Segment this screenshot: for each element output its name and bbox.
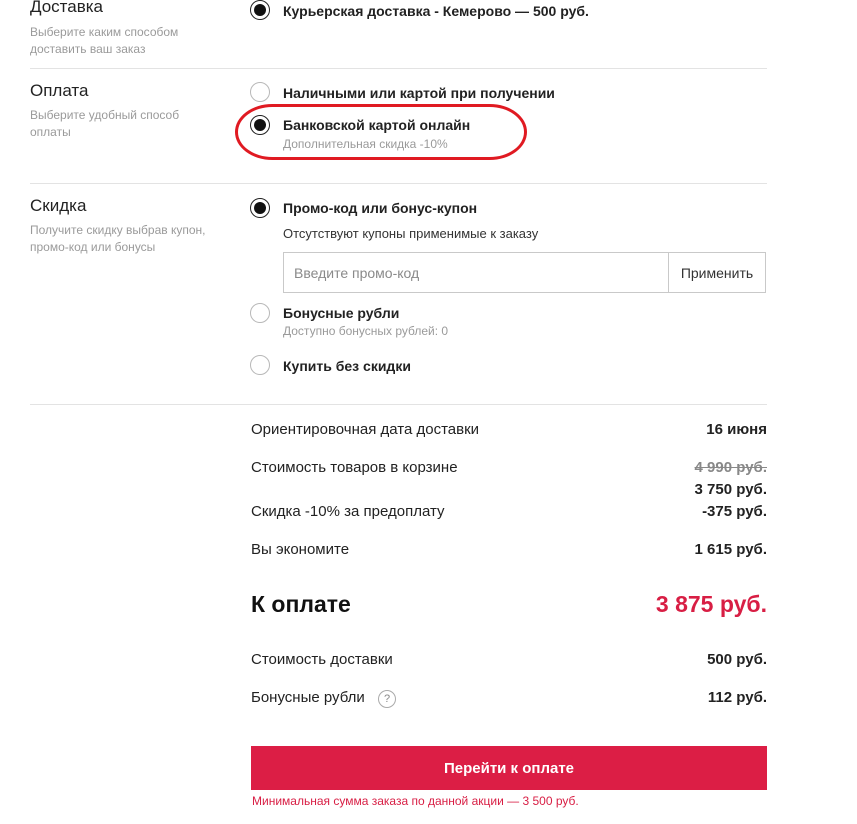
payment-title: Оплата (30, 81, 89, 100)
payment-cash-radio[interactable] (250, 82, 270, 102)
discount-bonus-radio[interactable] (250, 303, 270, 323)
discount-bonus-sub: Доступно бонусных рублей: 0 (283, 324, 449, 338)
delivery-date-label: Ориентировочная дата доставки (251, 421, 480, 438)
discount-none-label[interactable]: Купить без скидки (283, 358, 411, 374)
cart-cost-new-value: 3 750 руб. (694, 481, 767, 498)
delivery-courier-radio[interactable] (250, 0, 270, 20)
go-to-payment-button[interactable]: Перейти к оплате (251, 746, 767, 790)
discount-promo-label[interactable]: Промо-код или бонус-купон (283, 200, 477, 216)
bonus-rubles-value: 112 руб. (707, 689, 767, 706)
savings-label: Вы экономите (251, 541, 350, 558)
divider (30, 68, 767, 69)
discount-none-radio[interactable] (250, 355, 270, 375)
help-icon[interactable]: ? (378, 690, 396, 708)
cart-cost-old-value: 4 990 руб. (694, 459, 767, 476)
savings-value: 1 615 руб. (694, 541, 767, 558)
delivery-description: Выберите каким способом доставить ваш за… (30, 25, 179, 56)
divider (30, 183, 767, 184)
min-order-note: Минимальная сумма заказа по данной акции… (252, 794, 579, 808)
prepay-discount-value: -375 руб. (702, 503, 767, 520)
divider (30, 404, 767, 405)
total-value: 3 875 руб. (655, 591, 767, 617)
cart-cost-label: Стоимость товаров в корзине (251, 459, 458, 476)
discount-promo-radio[interactable] (250, 198, 270, 218)
delivery-title: Доставка (30, 0, 104, 16)
apply-promo-button[interactable]: Применить (668, 252, 766, 293)
bonus-rubles-label: Бонусные рубли (251, 689, 365, 706)
delivery-courier-label[interactable]: Курьерская доставка - Кемерово — 500 руб… (283, 3, 589, 19)
discount-bonus-label[interactable]: Бонусные рубли (283, 305, 399, 321)
discount-promo-sub: Отсутствуют купоны применимые к заказу (283, 226, 539, 241)
shipping-cost-value: 500 руб. (707, 651, 767, 668)
shipping-cost-label: Стоимость доставки (251, 651, 393, 668)
payment-cash-label[interactable]: Наличными или картой при получении (283, 85, 555, 101)
discount-title: Скидка (30, 196, 87, 215)
prepay-discount-label: Скидка -10% за предоплату (251, 503, 445, 520)
total-label: К оплате (251, 591, 351, 617)
discount-description: Получите скидку выбрав купон, промо-код … (30, 223, 206, 254)
delivery-date-value: 16 июня (706, 421, 767, 438)
highlight-annotation (235, 104, 527, 160)
promo-code-input[interactable] (283, 252, 668, 293)
payment-description: Выберите удобный способ оплаты (30, 108, 180, 139)
